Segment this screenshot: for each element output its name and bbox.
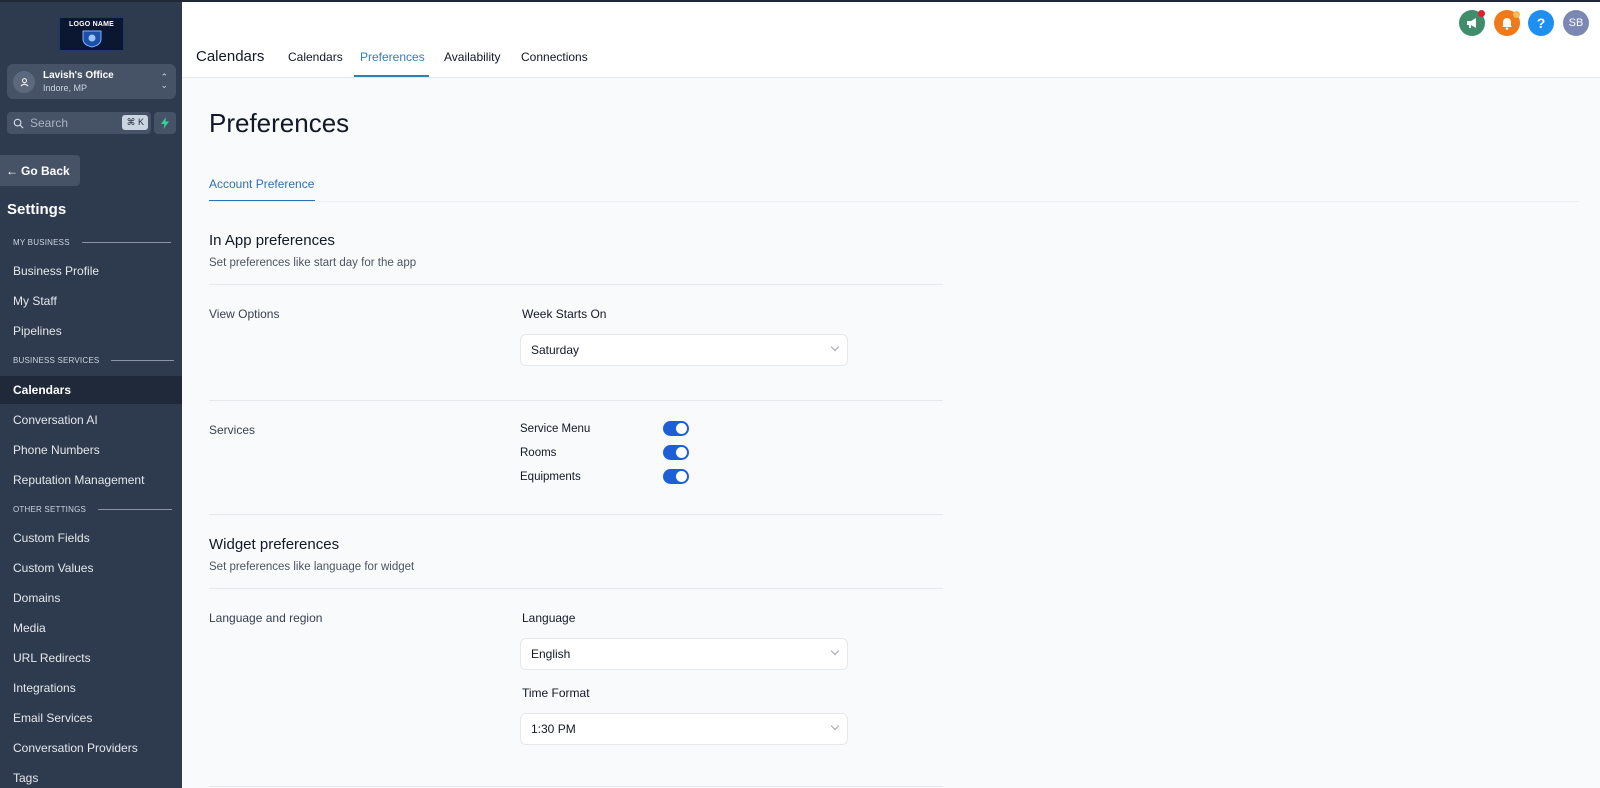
top-header: Calendars Calendars Preferences Availabi…	[182, 0, 1600, 78]
divider	[209, 284, 943, 285]
divider	[209, 588, 943, 589]
sidebar-item-phone-numbers[interactable]: Phone Numbers	[0, 436, 182, 464]
sidebar-item-tags[interactable]: Tags	[0, 764, 182, 788]
language-value: English	[531, 647, 571, 661]
search-shortcut: ⌘ K	[122, 115, 148, 130]
widget-preferences-title: Widget preferences	[209, 536, 340, 553]
search-icon	[13, 118, 24, 129]
main-content: Preferences Account Preference In App pr…	[182, 78, 1600, 788]
sidebar-item-conversation-ai[interactable]: Conversation AI	[0, 406, 182, 434]
lightning-icon	[161, 117, 169, 129]
rooms-label: Rooms	[520, 447, 557, 459]
search-placeholder: Search	[30, 116, 69, 130]
notification-dot	[1513, 11, 1520, 18]
week-starts-label: Week Starts On	[522, 307, 607, 321]
in-app-preferences-title: In App preferences	[209, 232, 335, 249]
go-back-label: Go Back	[21, 163, 70, 178]
sidebar-item-custom-values[interactable]: Custom Values	[0, 554, 182, 582]
chevron-updown-icon: ⌃ ⌄	[160, 72, 168, 90]
avatar[interactable]: SB	[1563, 10, 1589, 36]
active-subtab-indicator	[209, 200, 315, 201]
notification-dot	[1478, 10, 1485, 17]
time-format-select[interactable]: 1:30 PM	[520, 713, 848, 745]
section-my-business: MY BUSINESS	[13, 238, 171, 247]
divider	[209, 786, 943, 787]
rooms-toggle[interactable]	[663, 445, 689, 460]
sidebar-item-media[interactable]: Media	[0, 614, 182, 642]
tab-account-preference[interactable]: Account Preference	[209, 177, 314, 191]
location-switcher[interactable]: Lavish's Office Indore, MP ⌃ ⌄	[7, 64, 176, 99]
location-pin-icon	[13, 70, 35, 93]
view-options-label: View Options	[209, 307, 280, 321]
tab-preferences[interactable]: Preferences	[360, 50, 425, 64]
week-starts-value: Saturday	[531, 343, 580, 357]
language-select[interactable]: English	[520, 638, 848, 670]
sidebar-item-domains[interactable]: Domains	[0, 584, 182, 612]
sidebar-item-url-redirects[interactable]: URL Redirects	[0, 644, 182, 672]
location-subtitle: Indore, MP	[43, 82, 88, 93]
page-section-title: Calendars	[196, 48, 265, 65]
tab-availability[interactable]: Availability	[444, 50, 500, 64]
language-label: Language	[522, 611, 576, 625]
subtab-divider	[209, 201, 1579, 202]
go-back-button[interactable]: ← Go Back	[0, 155, 80, 186]
megaphone-icon	[1466, 18, 1476, 28]
help-icon: ?	[1536, 15, 1546, 31]
help-button[interactable]: ?	[1528, 10, 1554, 36]
equipments-label: Equipments	[520, 471, 581, 483]
bell-icon	[1502, 17, 1512, 30]
arrow-left-icon: ←	[6, 163, 18, 178]
announcements-button[interactable]	[1459, 10, 1485, 36]
sidebar-item-business-profile[interactable]: Business Profile	[0, 257, 182, 285]
divider	[209, 400, 943, 401]
quick-action-button[interactable]	[154, 112, 176, 134]
sidebar-item-custom-fields[interactable]: Custom Fields	[0, 524, 182, 552]
language-region-label: Language and region	[209, 611, 323, 625]
chevron-down-icon	[830, 342, 840, 352]
location-name: Lavish's Office	[43, 69, 114, 81]
sidebar-item-my-staff[interactable]: My Staff	[0, 287, 182, 315]
search-input[interactable]: Search ⌘ K	[7, 112, 151, 134]
in-app-preferences-description: Set preferences like start day for the a…	[209, 257, 417, 269]
sidebar-item-email-services[interactable]: Email Services	[0, 704, 182, 732]
chevron-down-icon	[830, 646, 840, 656]
chevron-down-icon	[830, 721, 840, 731]
logo-text: LOGO NAME	[69, 21, 114, 28]
service-menu-toggle[interactable]	[663, 421, 689, 436]
equipments-toggle[interactable]	[663, 469, 689, 484]
notifications-button[interactable]	[1494, 10, 1520, 36]
section-other-settings: OTHER SETTINGS	[13, 505, 173, 514]
sidebar: LOGO NAME Lavish's Office Indore, MP ⌃ ⌄ …	[0, 0, 182, 788]
service-menu-label: Service Menu	[520, 423, 591, 435]
company-logo[interactable]: LOGO NAME	[59, 17, 124, 51]
sidebar-item-calendars[interactable]: Calendars	[0, 376, 182, 404]
tab-calendars[interactable]: Calendars	[288, 50, 343, 64]
active-tab-indicator	[354, 75, 429, 77]
sidebar-item-integrations[interactable]: Integrations	[0, 674, 182, 702]
time-format-label: Time Format	[522, 686, 590, 700]
week-starts-select[interactable]: Saturday	[520, 334, 848, 366]
shield-logo-icon	[82, 30, 101, 48]
section-business-services: BUSINESS SERVICES	[13, 356, 175, 365]
sidebar-item-reputation-management[interactable]: Reputation Management	[0, 466, 182, 494]
sidebar-item-conversation-providers[interactable]: Conversation Providers	[0, 734, 182, 762]
sidebar-item-pipelines[interactable]: Pipelines	[0, 317, 182, 345]
settings-title: Settings	[7, 201, 67, 218]
services-label: Services	[209, 423, 256, 437]
time-format-value: 1:30 PM	[531, 722, 576, 736]
widget-preferences-description: Set preferences like language for widget	[209, 561, 415, 573]
page-title: Preferences	[209, 108, 350, 138]
divider	[209, 514, 943, 515]
tab-connections[interactable]: Connections	[521, 50, 588, 64]
